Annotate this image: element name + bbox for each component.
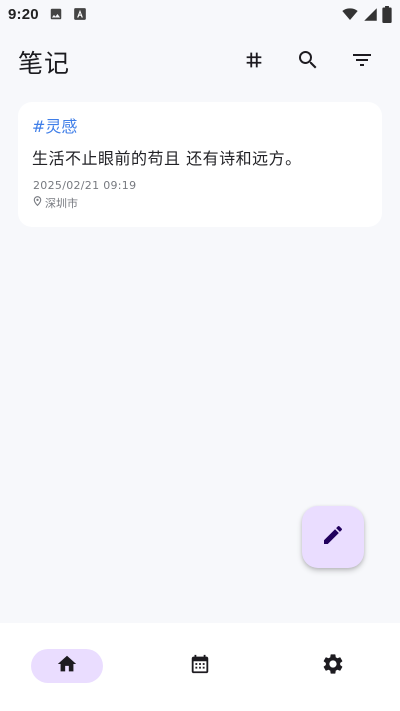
wifi-icon [341, 6, 359, 22]
note-content: 生活不止眼前的苟且 还有诗和远方。 [32, 149, 302, 168]
hashtag-icon [243, 49, 265, 75]
filter-button[interactable] [342, 42, 382, 82]
hashtag-button[interactable] [234, 42, 274, 82]
note-date: 2025/02/21 09:19 [33, 179, 137, 192]
status-left: 9:20 [8, 6, 87, 23]
page-title: 笔记 [18, 49, 71, 78]
status-time: 9:20 [8, 5, 39, 23]
note-location-text: 深圳市 [45, 196, 78, 210]
note-tag[interactable]: #灵感 [32, 116, 368, 138]
signal-icon [363, 7, 378, 22]
status-right [341, 5, 392, 23]
font-icon [73, 7, 87, 21]
home-icon [56, 653, 78, 679]
battery-icon [382, 5, 392, 23]
nav-calendar[interactable] [164, 649, 236, 683]
calendar-icon [189, 653, 211, 679]
note-card[interactable]: #灵感 生活不止眼前的苟且 还有诗和远方。 2025/02/21 09:19 深… [18, 102, 382, 227]
filter-icon [350, 48, 374, 76]
image-icon [49, 7, 63, 21]
pencil-icon [321, 523, 345, 551]
bottom-nav [0, 623, 400, 711]
nav-home[interactable] [30, 649, 103, 683]
header-actions [220, 42, 382, 82]
note-location: 深圳市 [32, 195, 368, 211]
nav-settings[interactable] [297, 649, 369, 683]
search-icon [296, 48, 320, 76]
settings-icon [321, 652, 345, 680]
new-note-button[interactable] [302, 506, 364, 568]
search-button[interactable] [288, 42, 328, 82]
app-header: 笔记 [0, 40, 400, 84]
location-pin-icon [32, 195, 43, 211]
status-bar: 9:20 [0, 0, 400, 28]
